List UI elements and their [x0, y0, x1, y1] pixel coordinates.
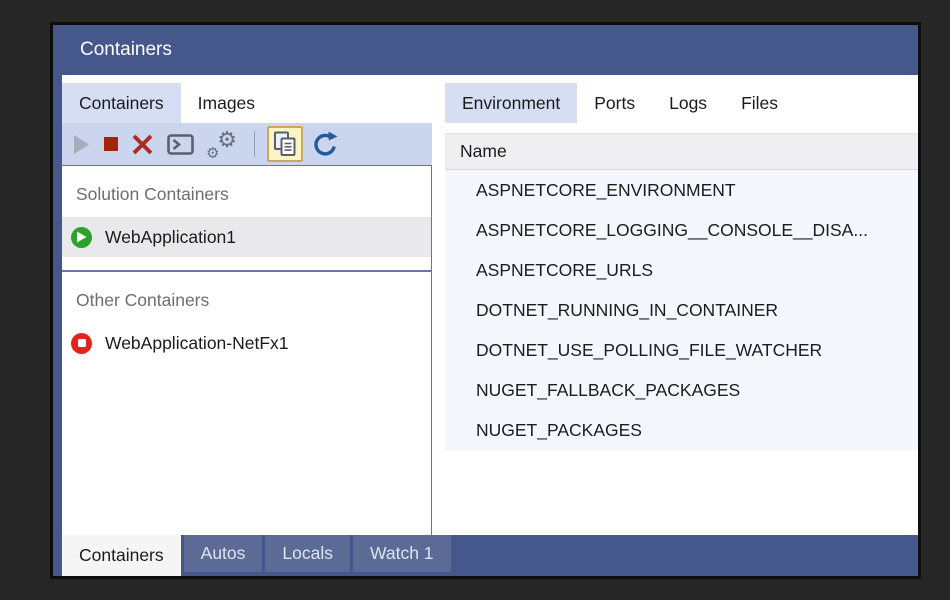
- settings-button[interactable]: ⚙ ⚙: [207, 129, 237, 159]
- container-running-icon: [71, 227, 92, 248]
- column-header-name[interactable]: Name: [445, 133, 918, 170]
- env-row[interactable]: ASPNETCORE_URLS: [445, 250, 918, 290]
- terminal-icon: [167, 134, 194, 155]
- start-button[interactable]: [72, 134, 91, 155]
- env-row[interactable]: NUGET_PACKAGES: [445, 410, 918, 450]
- env-row[interactable]: ASPNETCORE_LOGGING__CONSOLE__DISA...: [445, 210, 918, 250]
- bottom-tab-autos-label: Autos: [201, 543, 246, 564]
- tab-logs[interactable]: Logs: [652, 83, 724, 123]
- section-header-other: Other Containers: [76, 290, 431, 311]
- env-row[interactable]: NUGET_FALLBACK_PACKAGES: [445, 370, 918, 410]
- bottom-tab-watch1-label: Watch 1: [370, 543, 434, 564]
- tab-files[interactable]: Files: [724, 83, 795, 123]
- left-tab-row: Containers Images: [62, 83, 432, 123]
- remove-button[interactable]: [131, 133, 154, 156]
- container-name: WebApplication1: [105, 227, 236, 248]
- tab-environment[interactable]: Environment: [445, 83, 577, 123]
- toolbar-separator: [254, 131, 255, 157]
- bottom-tab-locals[interactable]: Locals: [265, 535, 350, 572]
- tree-row-webapplication1[interactable]: WebApplication1: [62, 217, 431, 257]
- container-stopped-icon: [71, 333, 92, 354]
- refresh-icon: [312, 131, 338, 157]
- copy-button[interactable]: [267, 126, 303, 162]
- bottom-tab-containers-label: Containers: [79, 545, 164, 566]
- tab-ports-label: Ports: [594, 93, 635, 114]
- tab-files-label: Files: [741, 93, 778, 114]
- tree-row-webapplication-netfx1[interactable]: WebApplication-NetFx1: [62, 323, 431, 363]
- open-terminal-button[interactable]: [167, 134, 194, 155]
- bottom-tab-watch1[interactable]: Watch 1: [353, 535, 451, 572]
- containers-tool-window: Containers Containers Images: [50, 22, 921, 579]
- env-row[interactable]: ASPNETCORE_ENVIRONMENT: [445, 170, 918, 210]
- refresh-button[interactable]: [312, 131, 338, 157]
- bottom-tab-strip: Containers Autos Locals Watch 1: [53, 535, 918, 576]
- tab-images-label: Images: [198, 93, 255, 114]
- tab-environment-label: Environment: [462, 93, 560, 114]
- stop-icon: [104, 137, 118, 151]
- section-header-solution: Solution Containers: [76, 184, 431, 205]
- copy-icon: [272, 131, 298, 157]
- play-icon: [72, 134, 91, 155]
- delete-x-icon: [131, 133, 154, 156]
- gears-icon: ⚙ ⚙: [207, 129, 237, 159]
- detail-tab-row: Environment Ports Logs Files: [445, 83, 918, 123]
- content-area: Containers Images: [53, 75, 918, 535]
- env-row[interactable]: DOTNET_USE_POLLING_FILE_WATCHER: [445, 330, 918, 370]
- tool-window-title-bar[interactable]: Containers: [53, 25, 918, 75]
- containers-tree: Solution Containers WebApplication1 Othe…: [62, 165, 432, 535]
- tab-logs-label: Logs: [669, 93, 707, 114]
- container-name: WebApplication-NetFx1: [105, 333, 289, 354]
- tab-images[interactable]: Images: [181, 83, 272, 123]
- column-header-name-label: Name: [460, 141, 507, 162]
- tab-containers-label: Containers: [79, 93, 164, 114]
- env-row[interactable]: DOTNET_RUNNING_IN_CONTAINER: [445, 290, 918, 330]
- right-pane: Environment Ports Logs Files Name: [432, 75, 918, 535]
- tool-window-title: Containers: [80, 39, 172, 61]
- bottom-tab-locals-label: Locals: [282, 543, 333, 564]
- tab-ports[interactable]: Ports: [577, 83, 652, 123]
- section-divider: [62, 270, 431, 272]
- stop-button[interactable]: [104, 137, 118, 151]
- tab-containers[interactable]: Containers: [62, 83, 181, 123]
- bottom-tab-containers[interactable]: Containers: [62, 535, 181, 576]
- bottom-tab-autos[interactable]: Autos: [184, 535, 263, 572]
- container-toolbar: ⚙ ⚙: [62, 123, 432, 165]
- environment-variable-list: ASPNETCORE_ENVIRONMENT ASPNETCORE_LOGGIN…: [445, 170, 918, 450]
- left-pane: Containers Images: [62, 75, 432, 535]
